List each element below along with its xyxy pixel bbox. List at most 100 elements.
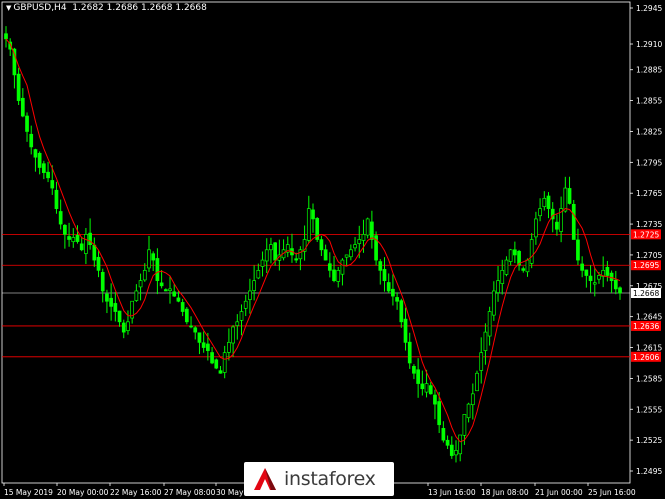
price-tick-label: 1.2585 bbox=[636, 374, 662, 383]
candle-body bbox=[163, 289, 168, 292]
price-axis: 1.2945 1.2910 1.2885 1.2855 1.2825 1.2795 1.27… bbox=[630, 4, 662, 476]
candle-body bbox=[20, 97, 25, 117]
price-tick-label: 1.2765 bbox=[636, 189, 662, 198]
candle-body bbox=[534, 218, 538, 238]
candle-body bbox=[508, 249, 513, 262]
candle-body bbox=[403, 318, 408, 343]
candlestick-series bbox=[4, 26, 622, 463]
candle-body bbox=[206, 343, 210, 351]
candle-body bbox=[155, 258, 160, 282]
candle-body bbox=[63, 224, 67, 235]
candle-body bbox=[500, 270, 505, 284]
date-tick-label: 21 Jun 00:00 bbox=[535, 488, 583, 497]
price-tick-label: 1.2825 bbox=[636, 127, 662, 136]
candle-body bbox=[84, 234, 88, 254]
candle-body bbox=[147, 249, 151, 269]
candle-body bbox=[357, 239, 362, 244]
candle-body bbox=[521, 268, 526, 271]
price-tick-label: 1.2885 bbox=[636, 66, 662, 75]
candle-body bbox=[391, 288, 395, 297]
candle-body bbox=[567, 188, 572, 204]
candle-body bbox=[412, 366, 416, 374]
candle-body bbox=[252, 280, 256, 291]
candle-body bbox=[298, 249, 303, 260]
candle-body bbox=[180, 302, 185, 312]
current-price-marker: 1.2668 bbox=[631, 288, 661, 299]
candle-body bbox=[479, 352, 484, 371]
price-tick-label: 1.2735 bbox=[636, 220, 662, 229]
candle-body bbox=[227, 342, 231, 353]
candle-body bbox=[79, 243, 84, 251]
candle-body bbox=[92, 244, 97, 261]
candle-body bbox=[67, 236, 71, 240]
candle-body bbox=[16, 73, 21, 101]
candle-body bbox=[428, 385, 433, 395]
candle-body bbox=[576, 239, 580, 261]
candle-body bbox=[378, 261, 383, 271]
candle-body bbox=[496, 280, 500, 293]
candle-body bbox=[588, 275, 593, 282]
candle-body bbox=[54, 189, 59, 209]
candle-body bbox=[4, 33, 8, 40]
candle-body bbox=[269, 244, 273, 251]
candle-body bbox=[538, 208, 542, 217]
level-price-label: 1.2725 bbox=[633, 230, 659, 239]
candle-body bbox=[239, 311, 244, 321]
candle-body bbox=[597, 275, 601, 280]
moving-average-line bbox=[5, 38, 621, 443]
candle-body bbox=[71, 237, 76, 243]
candle-body bbox=[100, 271, 105, 292]
candle-body bbox=[546, 195, 551, 209]
candle-body bbox=[437, 401, 442, 426]
horizontal-levels bbox=[2, 233, 630, 358]
candle-body bbox=[218, 370, 223, 374]
candle-body bbox=[138, 280, 143, 288]
price-chart[interactable]: 1.2945 1.2910 1.2885 1.2855 1.2825 1.2795 1.27… bbox=[0, 0, 665, 499]
price-tick-label: 1.2910 bbox=[636, 40, 662, 49]
candle-body bbox=[319, 239, 324, 251]
candle-body bbox=[117, 310, 122, 323]
candle-body bbox=[542, 197, 547, 208]
current-price-label: 1.2668 bbox=[633, 289, 659, 298]
candle-body bbox=[50, 180, 55, 189]
candle-body bbox=[235, 321, 240, 326]
candle-body bbox=[340, 259, 345, 275]
candle-body bbox=[41, 163, 46, 173]
candle-body bbox=[33, 149, 38, 158]
date-tick-label: 15 May 2019 bbox=[4, 488, 53, 497]
candle-body bbox=[424, 383, 429, 393]
price-tick-label: 1.2495 bbox=[636, 467, 662, 476]
candle-body bbox=[416, 369, 420, 384]
chart-window[interactable]: 1.2945 1.2910 1.2885 1.2855 1.2825 1.2795 1.27… bbox=[0, 0, 665, 499]
candle-body bbox=[466, 403, 471, 419]
candle-body bbox=[109, 297, 113, 307]
candle-body bbox=[88, 232, 92, 245]
price-tick-label: 1.2525 bbox=[636, 436, 662, 445]
candle-body bbox=[420, 383, 425, 390]
level-price-label: 1.2606 bbox=[633, 353, 659, 362]
candle-body bbox=[571, 203, 576, 240]
date-tick-label: 30 May bbox=[216, 488, 244, 497]
candle-body bbox=[399, 300, 404, 323]
candle-body bbox=[407, 341, 412, 364]
candle-body bbox=[113, 303, 118, 312]
candle-body bbox=[323, 249, 328, 261]
candle-body bbox=[306, 208, 311, 241]
candle-body bbox=[75, 234, 80, 242]
candle-body bbox=[231, 326, 235, 344]
candle-body bbox=[449, 444, 454, 456]
candle-body bbox=[592, 282, 597, 285]
candle-body bbox=[365, 218, 370, 236]
candle-body bbox=[462, 414, 467, 436]
candle-body bbox=[214, 359, 219, 369]
candle-body bbox=[327, 263, 332, 271]
candle-body bbox=[353, 244, 357, 249]
candle-body bbox=[458, 434, 463, 455]
candle-body bbox=[58, 211, 63, 225]
triangle-down-icon: ▼ bbox=[6, 4, 12, 12]
candle-body bbox=[260, 259, 265, 267]
candle-body bbox=[256, 270, 261, 279]
candle-body bbox=[37, 152, 42, 168]
candle-body bbox=[475, 372, 479, 392]
candle-body bbox=[395, 297, 399, 302]
